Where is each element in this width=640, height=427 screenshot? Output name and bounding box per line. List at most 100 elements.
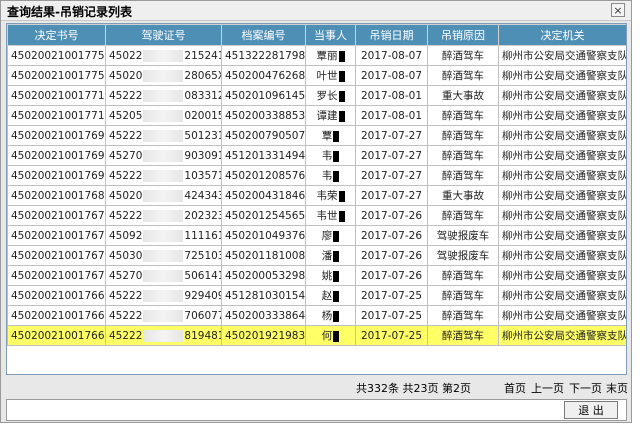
license-no-cell: 45020 4243432 [105, 185, 222, 206]
table-row[interactable]: 450200210017754 45020 28065X 450200476268 叶世… [7, 65, 626, 86]
table-row[interactable]: 45020021001767245092 1111615450201049376 廖… [7, 225, 626, 246]
redaction-mark [333, 150, 340, 162]
decision-no-cell: 450200210017755 [7, 45, 106, 66]
decision-no-cell: 450200210017713 [7, 105, 106, 126]
redaction-mark [338, 210, 345, 222]
table-row[interactable]: 45020021001767045270 5061419450200053298 姚… [7, 265, 626, 286]
license-no-suffix: 2152414 [184, 49, 220, 62]
window-title: 查询结果-吊销记录列表 [7, 5, 132, 19]
license-no-prefix: 45222 [109, 129, 143, 142]
col-header-revoke-date[interactable]: 吊销日期 [355, 24, 428, 46]
revocation-table[interactable]: 决定书号 驾驶证号 档案编号 当事人 吊销日期 吊销原因 决定机关 450200… [6, 23, 627, 375]
file-no-cell: 450200431846 [221, 185, 306, 206]
agency-cell: 柳州市公安局交通警察支队 [498, 185, 626, 206]
col-header-file-no[interactable]: 档案编号 [221, 24, 306, 46]
decision-no-cell: 450200210017670 [7, 265, 106, 286]
redaction-mark [338, 90, 345, 102]
license-no-prefix: 45205 [109, 109, 143, 122]
agency-cell: 柳州市公安局交通警察支队 [498, 65, 626, 86]
title-bar: 查询结果-吊销记录列表 × [1, 1, 631, 21]
file-no-cell: 450201254565 [221, 205, 306, 226]
table-row[interactable]: 450200210017713 45205 020015 450200338853 谭建… [7, 105, 626, 126]
col-header-decision-no[interactable]: 决定书号 [7, 24, 106, 46]
col-header-party[interactable]: 当事人 [305, 24, 356, 46]
revoke-date-cell: 2017-07-25 [355, 305, 428, 326]
table-row[interactable]: 45020021001775545022 2152414451322281798 覃… [7, 45, 626, 66]
license-no-suffix: 1035717 [184, 169, 220, 182]
party-name: 韦 [321, 170, 333, 182]
col-header-agency[interactable]: 决定机关 [498, 24, 626, 46]
revoke-reason-cell: 醉酒驾车 [427, 305, 499, 326]
col-header-license-no[interactable]: 驾驶证号 [105, 24, 222, 46]
license-no-suffix: 2023230 [184, 209, 220, 222]
exit-button[interactable]: 退 出 [564, 401, 618, 419]
table-row[interactable]: 45020021001769045222 1035717450201208576 韦… [7, 165, 626, 186]
redaction-blur [143, 309, 184, 322]
license-no-prefix: 45020 [109, 189, 143, 202]
party-cell: 赵 [305, 285, 356, 306]
revoke-reason-cell: 驾驶报废车 [427, 225, 499, 246]
license-no-cell: 45270 903091X [105, 145, 222, 166]
first-page-link[interactable]: 首页 [504, 380, 526, 396]
party-cell: 韦世 [305, 205, 356, 226]
revoke-date-cell: 2017-08-01 [355, 85, 428, 106]
party-cell: 叶世 [305, 65, 356, 86]
revoke-date-cell: 2017-07-27 [355, 145, 428, 166]
file-no-cell: 450201208576 [221, 165, 306, 186]
party-cell: 廖 [305, 225, 356, 246]
redaction-mark [333, 130, 340, 142]
table-row[interactable]: 45020021001768045020 4243432450200431846 韦… [7, 185, 626, 206]
redaction-mark [333, 170, 340, 182]
party-cell: 罗长 [305, 85, 356, 106]
file-no-cell: 450200053298 [221, 265, 306, 286]
party-cell: 姚 [305, 265, 356, 286]
license-no-suffix: 8194811 [184, 329, 220, 342]
redaction-mark [333, 270, 340, 282]
table-row[interactable]: 45020021001766145222 7060771450200333864 杨… [7, 305, 626, 326]
pagination-bar: 共332条 共23页 第2页 首页 上一页 下一页 末页 [6, 377, 628, 397]
license-no-prefix: 45020 [109, 69, 143, 82]
table-row[interactable]: 450200210017715 45222 083312 450201096145 罗长… [7, 85, 626, 106]
party-name: 赵 [321, 290, 333, 302]
table-row[interactable]: 45020021001767145030 725103X450201181008 潘… [7, 245, 626, 266]
redaction-blur [143, 269, 184, 282]
table-row[interactable]: 45020021001769145270 903091X451201331494 韦… [7, 145, 626, 166]
decision-no-cell: 450200210017671 [7, 245, 106, 266]
table-row[interactable]: 45020021001766045222 8194811450201921983 何… [7, 325, 626, 346]
license-no-prefix: 45222 [109, 289, 143, 302]
table-row[interactable]: 45020021001767345222 2023230450201254565 韦… [7, 205, 626, 226]
revoke-reason-cell: 重大事故 [427, 85, 499, 106]
last-page-link[interactable]: 末页 [606, 380, 628, 396]
prev-page-link[interactable]: 上一页 [531, 380, 564, 396]
col-header-revoke-reason[interactable]: 吊销原因 [427, 24, 499, 46]
party-name: 叶世 [316, 70, 338, 82]
revoke-reason-cell: 醉酒驾车 [427, 285, 499, 306]
redaction-blur [143, 209, 184, 222]
revoke-date-cell: 2017-08-07 [355, 45, 428, 66]
next-page-link[interactable]: 下一页 [569, 380, 602, 396]
revoke-reason-cell: 醉酒驾车 [427, 265, 499, 286]
agency-cell: 柳州市公安局交通警察支队 [498, 305, 626, 326]
party-name: 韦荣 [316, 190, 338, 202]
file-no-cell: 451322281798 [221, 45, 306, 66]
pagination-summary: 共332条 共23页 第2页 [356, 382, 471, 395]
revoke-date-cell: 2017-07-27 [355, 185, 428, 206]
redaction-blur [143, 149, 184, 162]
license-no-suffix: 28065X [184, 69, 222, 82]
table-row[interactable]: 45020021001769245222 5012312450200790507 覃… [7, 125, 626, 146]
license-no-suffix: 903091X [184, 149, 220, 162]
query-result-window: 查询结果-吊销记录列表 × 决定书号 驾驶证号 档案编号 当事人 吊销日期 吊销… [0, 0, 632, 423]
agency-cell: 柳州市公安局交通警察支队 [498, 85, 626, 106]
close-icon[interactable]: × [611, 3, 625, 17]
revoke-date-cell: 2017-08-07 [355, 65, 428, 86]
license-no-cell: 45222 9294091 [105, 285, 222, 306]
table-row[interactable]: 45020021001766245222 9294091451281030154 赵… [7, 285, 626, 306]
party-name: 廖 [321, 230, 333, 242]
decision-no-cell: 450200210017660 [7, 325, 106, 346]
party-cell: 覃 [305, 125, 356, 146]
license-no-cell: 45222 5012312 [105, 125, 222, 146]
file-no-cell: 450201181008 [221, 245, 306, 266]
decision-no-cell: 450200210017692 [7, 125, 106, 146]
license-no-prefix: 45022 [109, 49, 143, 62]
file-no-cell: 450200333864 [221, 305, 306, 326]
